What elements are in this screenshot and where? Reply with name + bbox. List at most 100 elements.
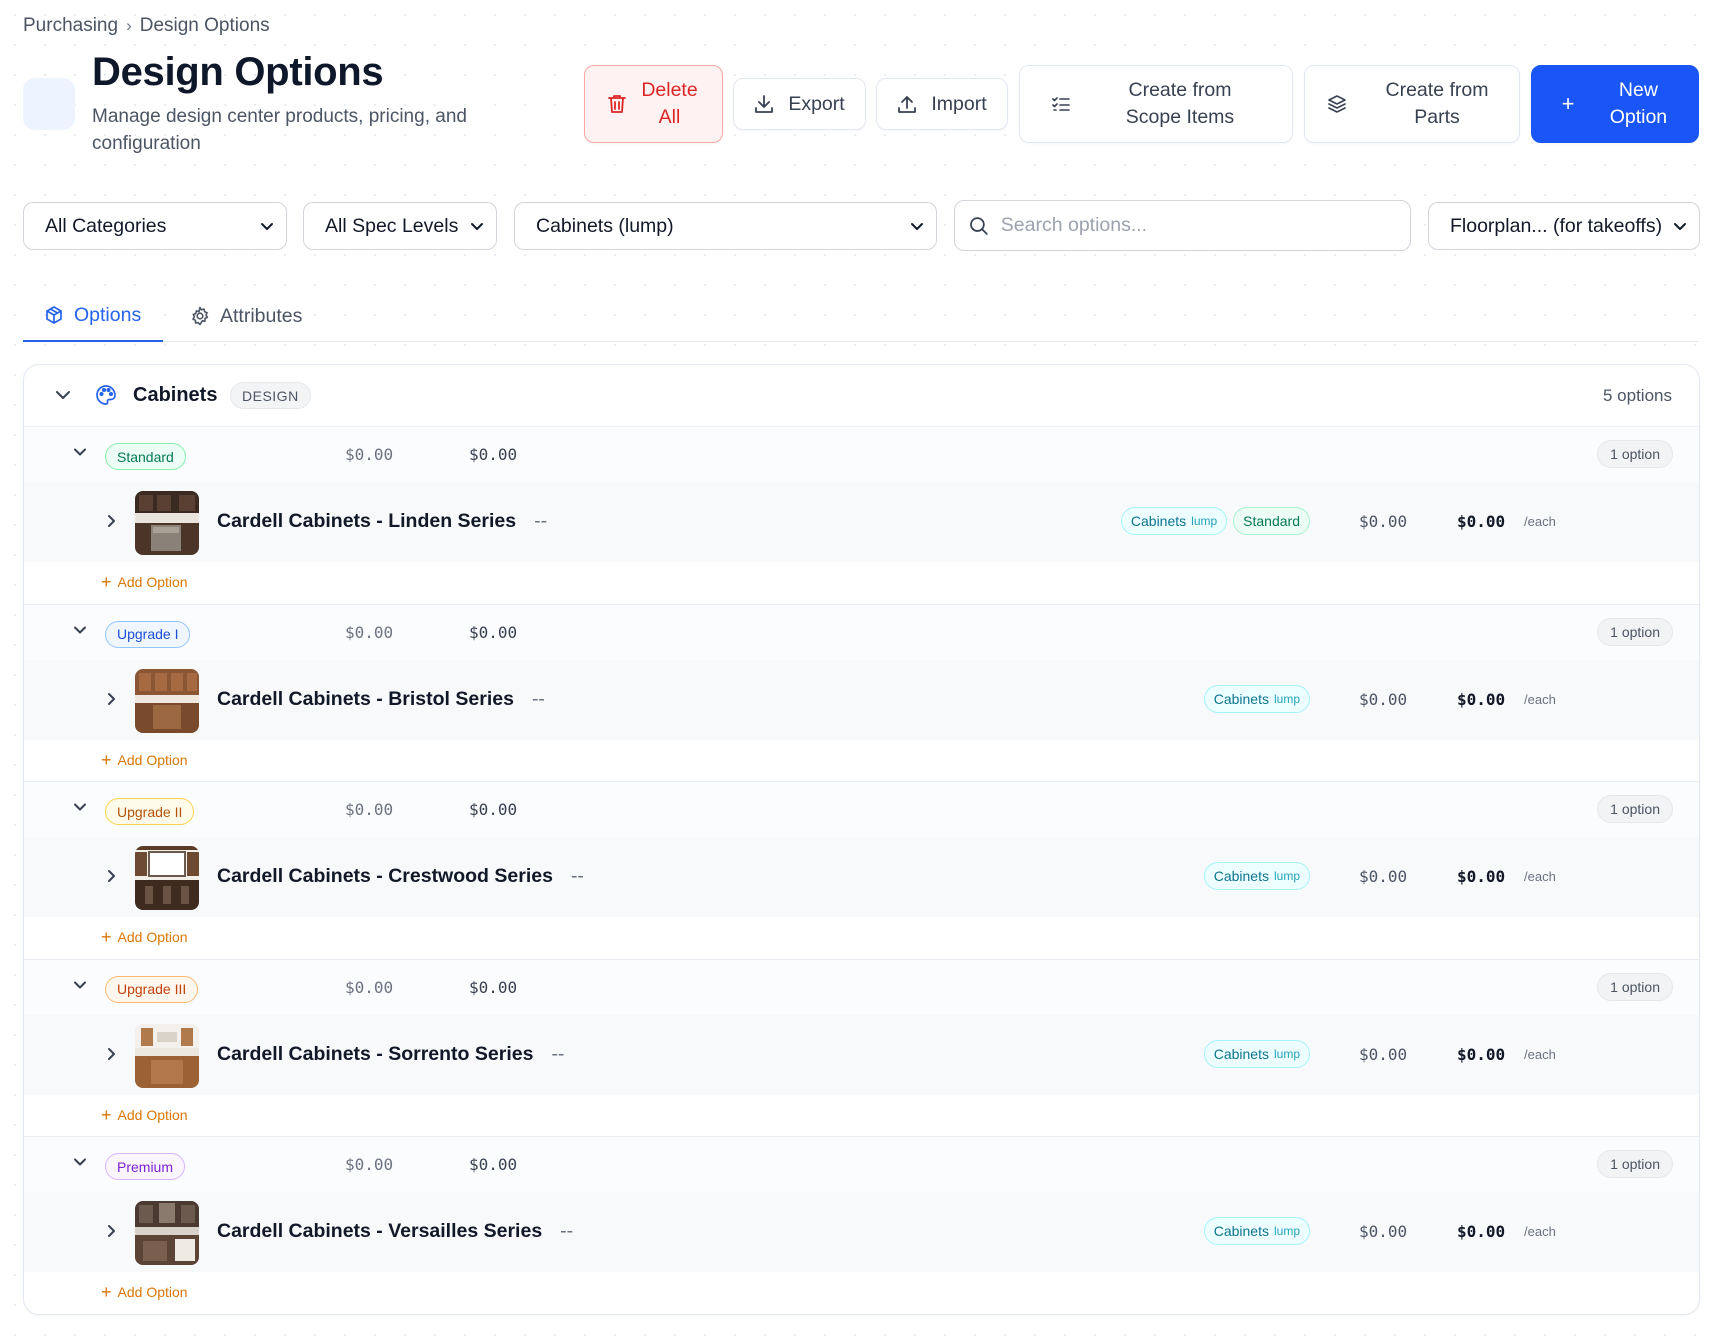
part-tag: Cabinets lump <box>1203 862 1310 890</box>
search-input[interactable] <box>1000 214 1396 237</box>
add-option-button[interactable]: + Add Option <box>101 1104 188 1125</box>
chevron-down-icon[interactable] <box>72 799 88 815</box>
box-icon <box>46 306 62 324</box>
part-tag-unit: lump <box>1273 869 1300 883</box>
spec-level-header[interactable]: Premium $0.00 $0.00 1 option <box>24 1137 1699 1192</box>
option-row[interactable]: Cardell Cabinets - Sorrento Series -- Cab… <box>24 1014 1699 1095</box>
level-option-count: 1 option <box>1597 440 1673 468</box>
add-option-label: Add Option <box>117 574 188 590</box>
options-panel: Cabinets DESIGN 5 options Standard $0.00… <box>23 364 1700 1315</box>
spec-level-header[interactable]: Upgrade III $0.00 $0.00 1 option <box>24 959 1699 1015</box>
chevron-down-icon <box>261 222 273 230</box>
option-row[interactable]: Cardell Cabinets - Linden Series -- Cabin… <box>24 482 1699 562</box>
add-option-button[interactable]: + Add Option <box>101 573 188 591</box>
option-row[interactable]: Cardell Cabinets - Versailles Series -- C… <box>24 1192 1699 1272</box>
option-price: $0.00 <box>1457 689 1506 709</box>
chevron-right-icon[interactable] <box>104 514 118 528</box>
floorplan-select[interactable]: Floorplan... (for takeoffs) <box>1428 202 1700 250</box>
option-tags: Cabinets lump Standard <box>1120 507 1310 535</box>
option-unit: /each <box>1524 1046 1556 1062</box>
new-option-button[interactable]: + New Option <box>1531 65 1699 143</box>
group-header[interactable]: Cabinets DESIGN 5 options <box>24 365 1699 427</box>
spec-level-standard: Standard $0.00 $0.00 1 option Cardell Ca… <box>24 427 1699 605</box>
plus-icon: + <box>101 749 112 770</box>
delete-all-button[interactable]: Delete All <box>584 65 723 143</box>
option-cost: $0.00 <box>1359 512 1408 531</box>
spec-level-header[interactable]: Upgrade I $0.00 $0.00 1 option <box>24 604 1699 660</box>
create-from-parts-label: Create from Parts <box>1385 79 1489 128</box>
breadcrumb-parent[interactable]: Purchasing <box>23 15 118 37</box>
option-cost: $0.00 <box>1359 689 1408 709</box>
option-unit: /each <box>1524 514 1556 529</box>
option-thumbnail <box>135 1201 199 1265</box>
category-select[interactable]: All Categories <box>23 202 287 250</box>
search-icon <box>970 216 988 235</box>
level-option-count: 1 option <box>1597 1150 1673 1178</box>
add-option-label: Add Option <box>117 929 188 945</box>
spec-level-header[interactable]: Upgrade II $0.00 $0.00 1 option <box>24 782 1699 837</box>
chevron-right-icon[interactable] <box>104 1047 118 1061</box>
add-option-label: Add Option <box>117 751 188 768</box>
spec-level-select[interactable]: All Spec Levels <box>303 202 497 250</box>
import-button[interactable]: Import <box>876 78 1008 130</box>
option-thumbnail <box>135 668 199 733</box>
option-cost: $0.00 <box>1359 1222 1408 1241</box>
option-price: $0.00 <box>1457 1044 1506 1064</box>
spec-level-header[interactable]: Standard $0.00 $0.00 1 option <box>24 427 1699 482</box>
chevron-right-icon[interactable] <box>104 869 118 883</box>
option-name: Cardell Cabinets - Linden Series -- <box>217 510 547 533</box>
create-from-parts-button[interactable]: Create from Parts <box>1304 65 1520 143</box>
add-option-label: Add Option <box>117 1284 188 1300</box>
tab-attributes[interactable]: Attributes <box>190 290 302 342</box>
part-tag-unit: lump <box>1273 1046 1300 1061</box>
breadcrumb-separator: › <box>126 16 132 35</box>
add-option-button[interactable]: + Add Option <box>101 1282 188 1302</box>
option-thumbnail <box>135 1023 199 1088</box>
create-from-scope-button[interactable]: Create from Scope Items <box>1019 65 1293 143</box>
chevron-down-icon[interactable] <box>72 977 88 993</box>
option-description-empty: -- <box>551 1042 565 1065</box>
option-name: Cardell Cabinets - Sorrento Series -- <box>217 1043 564 1066</box>
plus-icon: + <box>101 1104 112 1125</box>
add-option-button[interactable]: + Add Option <box>101 749 188 770</box>
level-price: $0.00 <box>469 622 518 642</box>
part-select[interactable]: Cabinets (lump) <box>514 202 937 250</box>
option-row[interactable]: Cardell Cabinets - Crestwood Series -- Ca… <box>24 837 1699 917</box>
breadcrumb-current: Design Options <box>139 15 270 36</box>
option-name-text: Cardell Cabinets - Versailles Series <box>217 1220 543 1242</box>
group-title: Cabinets <box>133 384 218 406</box>
option-description-empty: -- <box>534 510 548 532</box>
option-unit: /each <box>1524 1224 1556 1239</box>
spec-badge: Premium <box>105 1153 186 1180</box>
chevron-down-icon[interactable] <box>72 444 88 460</box>
level-option-count: 1 option <box>1597 617 1673 646</box>
option-name-text: Cardell Cabinets - Linden Series <box>217 510 517 532</box>
level-price: $0.00 <box>469 1155 518 1174</box>
tab-options[interactable]: Options <box>23 290 163 342</box>
add-option-button[interactable]: + Add Option <box>101 927 188 947</box>
level-cost: $0.00 <box>345 977 394 997</box>
option-price: $0.00 <box>1457 512 1506 531</box>
chevron-down-icon[interactable] <box>72 622 88 638</box>
part-tag: Cabinets lump <box>1120 507 1228 535</box>
export-button[interactable]: Export <box>733 78 866 130</box>
level-price: $0.00 <box>469 977 518 997</box>
export-label: Export <box>788 92 845 115</box>
chevron-right-icon[interactable] <box>104 692 118 706</box>
option-name: Cardell Cabinets - Crestwood Series -- <box>217 865 584 888</box>
part-select-value: Cabinets (lump) <box>536 214 674 237</box>
chevron-right-icon[interactable] <box>104 1224 118 1238</box>
option-cost: $0.00 <box>1359 867 1408 886</box>
option-name-text: Cardell Cabinets - Bristol Series <box>217 687 514 710</box>
spec-tag: Standard <box>1233 507 1310 535</box>
option-tags: Cabinets lump <box>1203 862 1310 890</box>
plus-icon: + <box>101 1282 112 1302</box>
upload-icon <box>898 96 917 113</box>
option-tags: Cabinets lump <box>1203 1217 1310 1245</box>
option-row[interactable]: Cardell Cabinets - Bristol Series -- Cabi… <box>24 659 1699 740</box>
level-cost: $0.00 <box>345 800 394 819</box>
plus-icon: + <box>101 927 112 947</box>
chevron-down-icon[interactable] <box>54 386 72 404</box>
chevron-down-icon[interactable] <box>72 1154 88 1170</box>
group-count: 5 options <box>1603 386 1672 405</box>
